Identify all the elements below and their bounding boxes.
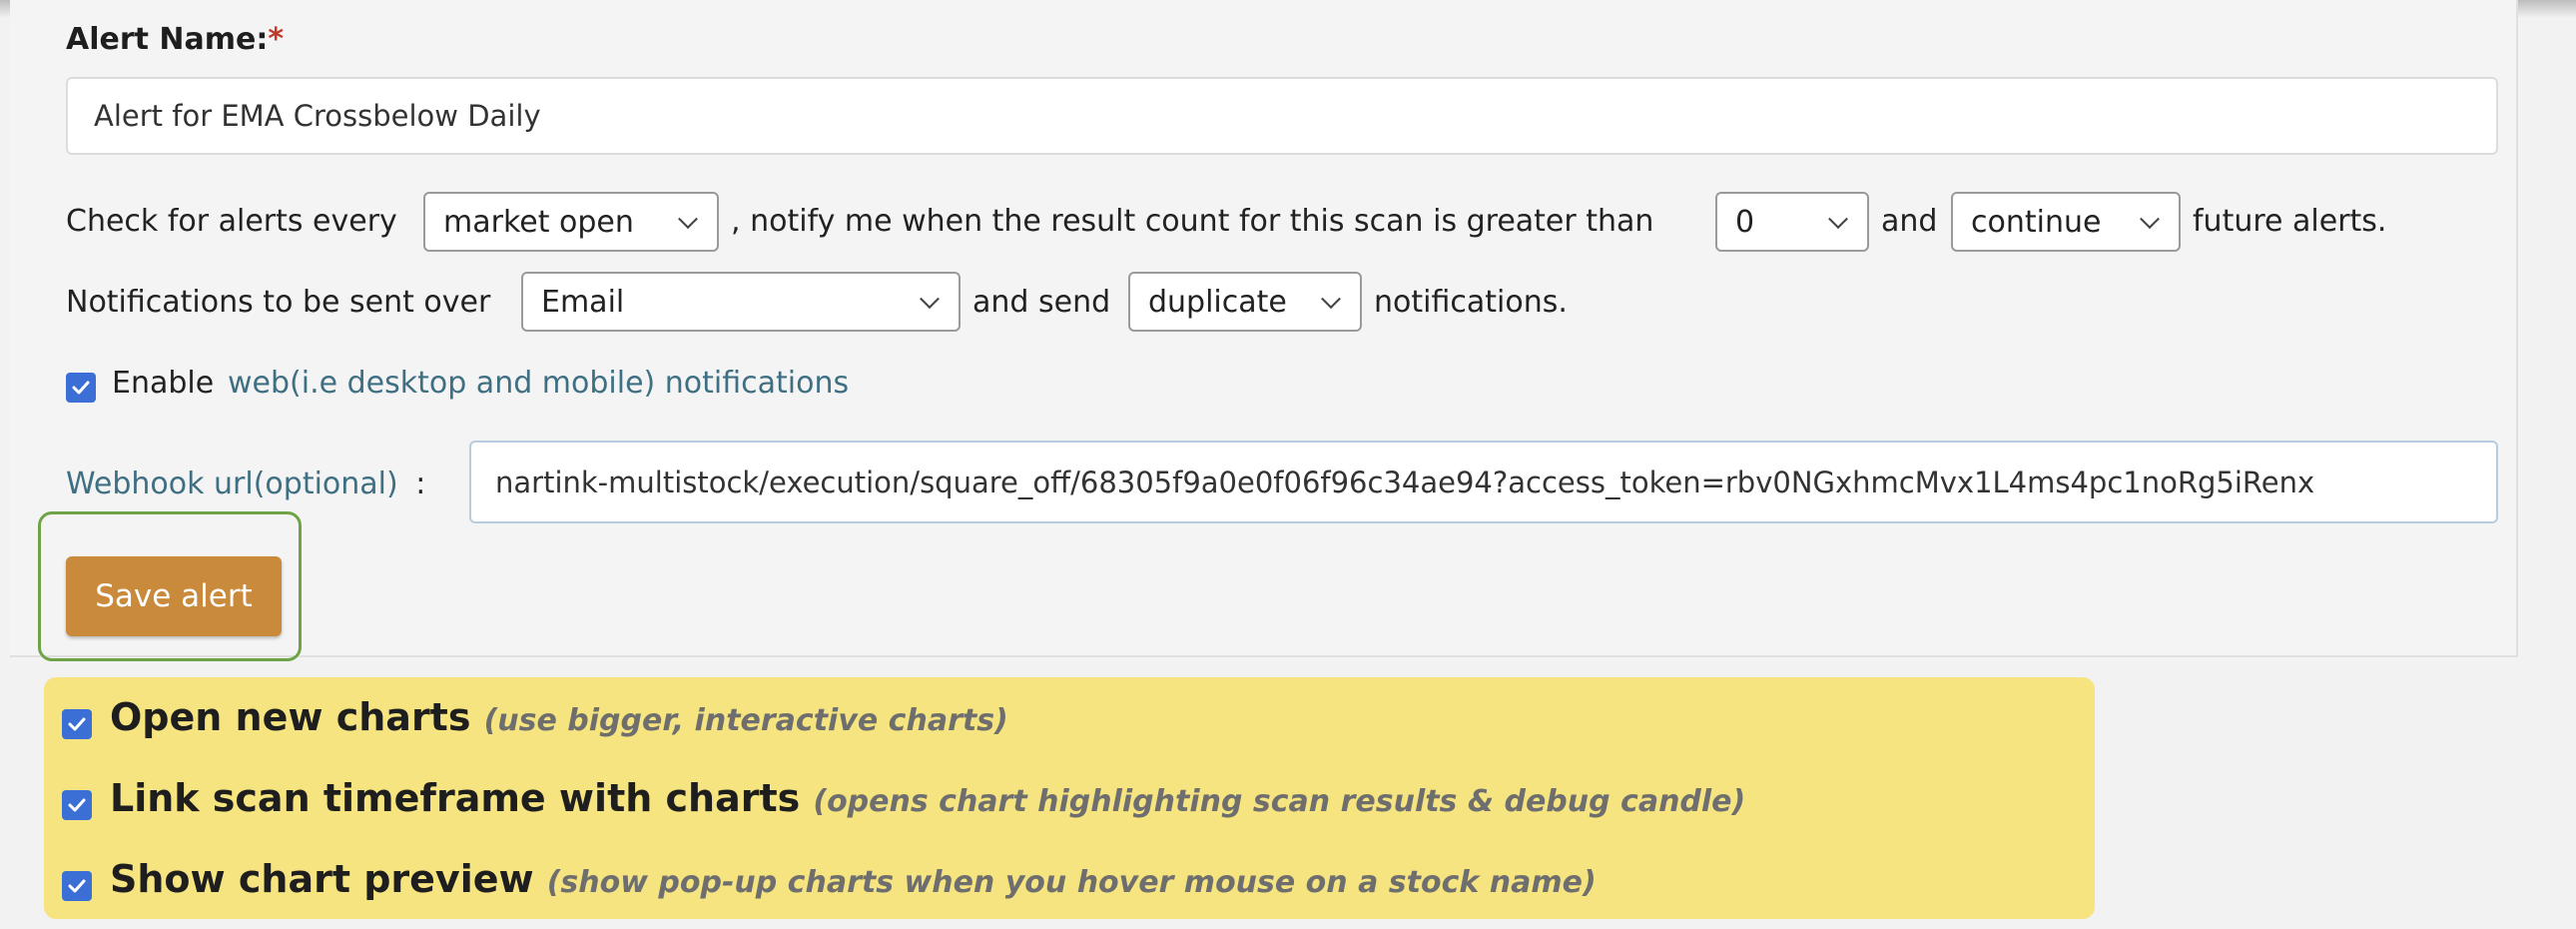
notify-condition-text: , notify me when the result count for th… [731,204,1654,239]
webhook-label-text: Webhook url(optional) [66,466,398,501]
channel-value: Email [541,284,625,320]
link-timeframe-checkbox[interactable] [62,790,92,820]
webhook-url-value: nartink-multistock/execution/square_off/… [495,464,2315,499]
frequency-select[interactable]: market open [423,192,719,252]
save-alert-button[interactable]: Save alert [66,556,282,636]
chevron-down-icon [1321,289,1341,310]
alert-name-input[interactable]: Alert for EMA Crossbelow Daily [66,77,2498,155]
chevron-down-icon [2140,209,2160,230]
notifications-suffix-text: notifications. [1374,285,1568,320]
checkmark-icon [68,879,86,893]
future-alerts-text: future alerts. [2193,204,2387,239]
frequency-value: market open [443,204,634,240]
webhook-url-input[interactable]: nartink-multistock/execution/square_off/… [469,441,2498,523]
option-hint: (use bigger, interactive charts) [483,703,1008,738]
webhook-label: Webhook url(optional) : [66,466,425,501]
alert-name-label-text: Alert Name: [66,22,269,57]
option-title: Show chart preview [110,857,534,901]
chevron-down-icon [678,209,698,230]
checkmark-icon [68,798,86,812]
notifications-over-text: Notifications to be sent over [66,285,491,320]
option-hint: (show pop-up charts when you hover mouse… [546,865,1597,900]
enable-text: Enable [112,366,215,401]
checkmark-icon [68,717,86,731]
option-open-new-charts: Open new charts (use bigger, interactive… [110,695,1008,739]
check-every-text: Check for alerts every [66,204,397,239]
option-hint: (opens chart highlighting scan results &… [813,784,1746,819]
webhook-colon: : [415,466,426,501]
duplicate-value: duplicate [1148,284,1287,320]
and-send-text: and send [972,285,1111,320]
continue-select[interactable]: continue [1951,192,2181,252]
channel-select[interactable]: Email [521,272,961,332]
show-preview-checkbox[interactable] [62,871,92,901]
continue-value: continue [1971,204,2102,240]
option-title: Link scan timeframe with charts [110,776,801,820]
alert-name-value: Alert for EMA Crossbelow Daily [94,99,541,133]
duplicate-select[interactable]: duplicate [1128,272,1362,332]
alert-name-label: Alert Name:* [66,22,284,57]
threshold-value: 0 [1735,204,1755,240]
chevron-down-icon [1828,209,1848,230]
open-new-charts-checkbox[interactable] [62,709,92,739]
option-show-preview: Show chart preview (show pop-up charts w… [110,857,1597,901]
web-notifications-link[interactable]: web(i.e desktop and mobile) notification… [228,366,849,401]
option-title: Open new charts [110,695,471,739]
option-link-timeframe: Link scan timeframe with charts (opens c… [110,776,1745,820]
and-text: and [1881,204,1938,239]
checkmark-icon [72,381,90,395]
chevron-down-icon [920,289,940,310]
threshold-select[interactable]: 0 [1715,192,1869,252]
required-asterisk: * [268,22,285,57]
web-notifications-checkbox[interactable] [66,373,96,403]
